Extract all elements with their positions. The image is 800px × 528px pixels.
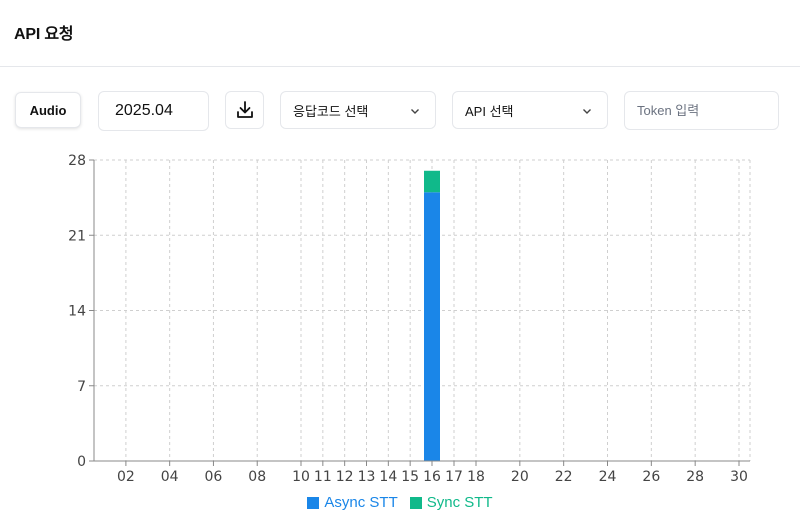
api-select-label: API 선택 <box>465 103 514 119</box>
filter-toolbar: Audio 2025.04 응답코드 선택 API 선택 <box>0 90 800 132</box>
chevron-down-icon <box>583 109 591 114</box>
x-tick-label: 16 <box>423 469 441 485</box>
chart-legend: Async STT Sync STT <box>0 494 800 511</box>
x-tick-label: 20 <box>511 469 529 485</box>
token-input[interactable] <box>624 91 779 130</box>
legend-item-async[interactable]: Async STT <box>307 494 398 511</box>
bar-sync-day-16 <box>424 170 440 193</box>
legend-swatch-async <box>307 496 320 509</box>
x-tick-label: 08 <box>248 469 266 485</box>
x-tick-label: 12 <box>336 469 354 485</box>
page-header: API 요청 <box>0 0 800 67</box>
month-value: 2025.04 <box>115 102 173 119</box>
y-tick-label: 28 <box>68 153 86 169</box>
y-tick-label: 14 <box>68 304 86 320</box>
legend-label-sync: Sync STT <box>426 494 493 511</box>
x-tick-label: 11 <box>314 469 332 485</box>
legend-label-async: Async STT <box>324 494 398 511</box>
bar-async-day-16 <box>424 192 440 461</box>
x-tick-label: 04 <box>161 469 179 485</box>
chevron-down-icon <box>411 109 419 114</box>
x-tick-label: 14 <box>379 469 397 485</box>
x-tick-label: 13 <box>358 469 376 485</box>
legend-item-sync[interactable]: Sync STT <box>409 494 493 511</box>
download-icon <box>236 101 253 118</box>
y-tick-label: 21 <box>68 228 86 244</box>
x-tick-label: 18 <box>467 469 485 485</box>
x-tick-label: 28 <box>686 469 704 485</box>
audio-button[interactable]: Audio <box>15 92 81 128</box>
download-button[interactable] <box>225 91 264 129</box>
x-tick-label: 26 <box>642 469 660 485</box>
x-tick-label: 17 <box>445 469 463 485</box>
bar-chart: 0714212802 04 06 08 10 11 12 13 14 15 16 17 18 20 22 24… <box>68 153 751 485</box>
legend-swatch-sync <box>409 496 422 509</box>
api-request-chart: 0 7 14 21 28 02 04 06 08 10 11 12 13 14 15 16 17 18 20 22 24… <box>0 140 800 528</box>
x-tick-label: 24 <box>599 469 617 485</box>
x-tick-label: 06 <box>205 469 223 485</box>
x-tick-label: 22 <box>555 469 573 485</box>
month-picker[interactable]: 2025.04 <box>98 91 209 131</box>
response-code-select-label: 응답코드 선택 <box>293 103 369 119</box>
x-tick-label: 02 <box>117 469 135 485</box>
api-select[interactable]: API 선택 <box>452 91 608 129</box>
y-tick-label: 7 <box>77 379 86 395</box>
x-tick-label: 15 <box>401 469 419 485</box>
x-tick-label: 10 <box>292 469 310 485</box>
x-tick-label: 30 <box>730 469 748 485</box>
page-title: API 요청 <box>14 26 74 43</box>
response-code-select[interactable]: 응답코드 선택 <box>280 91 436 129</box>
y-tick-label: 0 <box>77 454 86 470</box>
